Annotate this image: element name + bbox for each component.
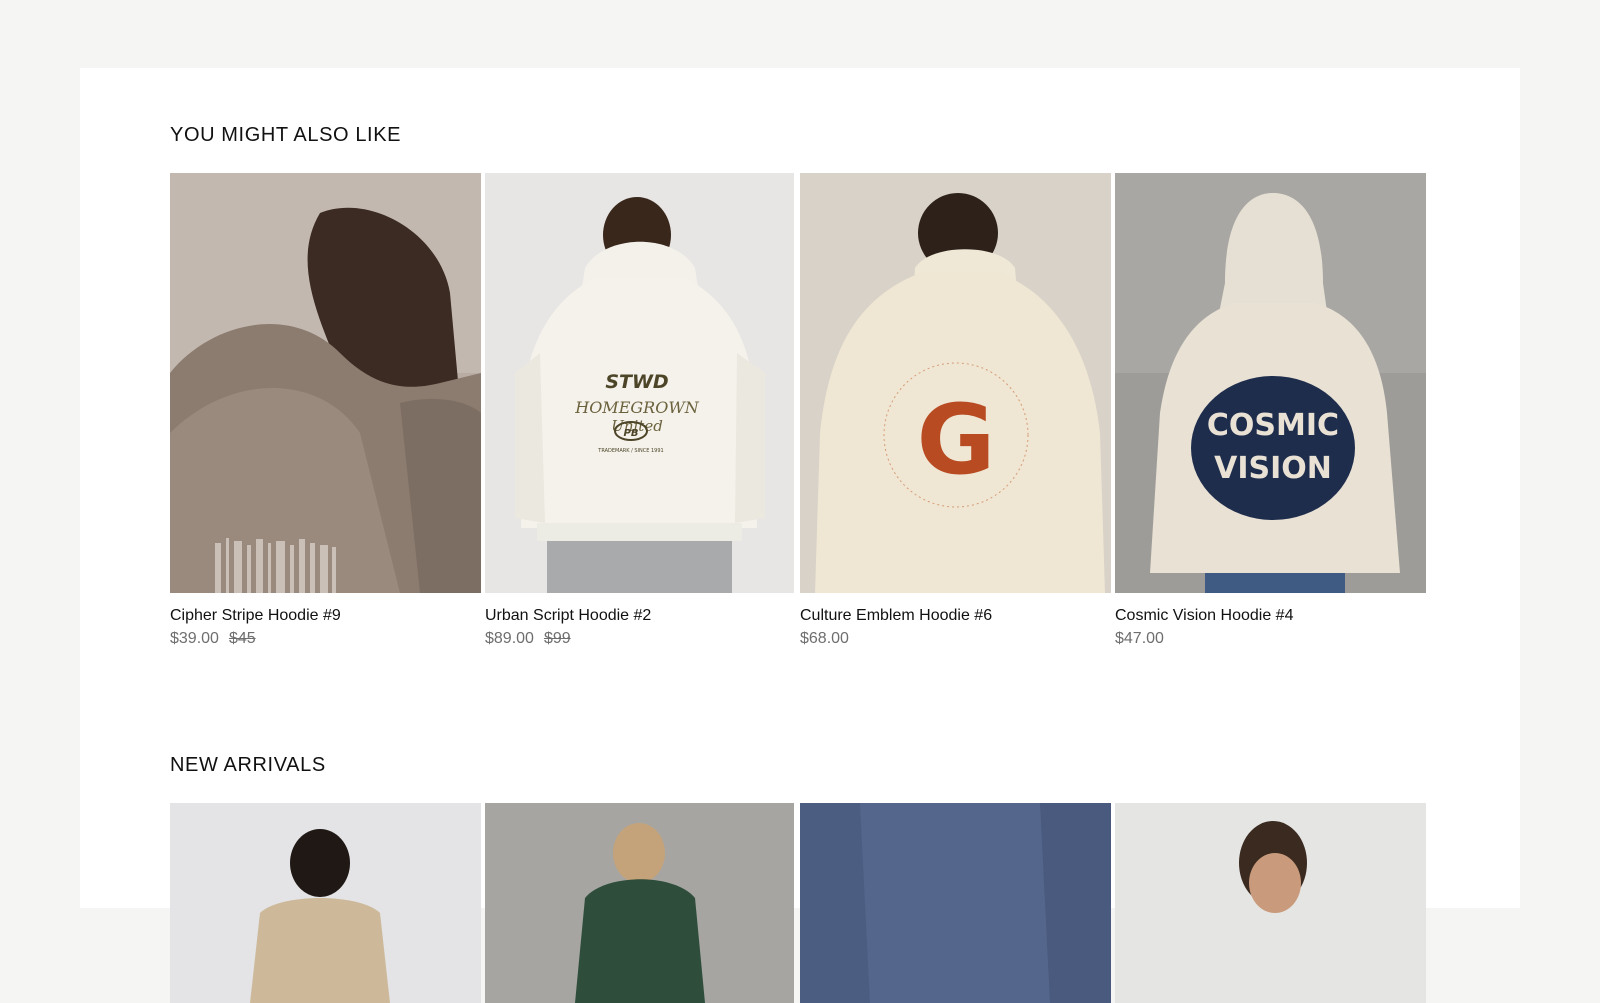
product-card[interactable]: COSMIC VISION Cosmic Vision Hoodie #4 $4… — [1115, 173, 1426, 649]
section-title-you-might-also-like: YOU MIGHT ALSO LIKE — [170, 124, 402, 146]
new-arrivals-product-grid — [170, 803, 1426, 1003]
svg-text:TRADEMARK / SINCE 1991: TRADEMARK / SINCE 1991 — [597, 448, 663, 454]
product-price-row: $47.00 — [1115, 629, 1426, 649]
product-image-cipher-stripe[interactable] — [170, 173, 481, 593]
product-card[interactable]: Cipher Stripe Hoodie #9 $39.00 $45 — [170, 173, 481, 649]
product-image[interactable] — [485, 803, 794, 1003]
product-recommendations-panel: YOU MIGHT ALSO LIKE Cipher Stripe Hoodie… — [80, 68, 1520, 1003]
product-price-row: $89.00 $99 — [485, 629, 794, 649]
product-card[interactable] — [485, 803, 794, 1003]
product-price: $68.00 — [800, 630, 849, 647]
hoodie-photo-icon — [1115, 803, 1426, 1003]
product-name[interactable]: Cosmic Vision Hoodie #4 — [1115, 606, 1426, 626]
svg-text:G: G — [917, 384, 996, 496]
product-card[interactable]: G Culture Emblem Hoodie #6 $68.00 — [800, 173, 1111, 649]
product-compare-price: $99 — [543, 630, 571, 647]
product-price: $39.00 — [170, 630, 219, 647]
recommended-product-grid: Cipher Stripe Hoodie #9 $39.00 $45 STWD — [170, 173, 1426, 649]
product-name[interactable]: Cipher Stripe Hoodie #9 — [170, 606, 481, 626]
hoodie-photo-icon — [800, 803, 1111, 1003]
product-price-row: $39.00 $45 — [170, 629, 481, 649]
product-image-urban-script[interactable]: STWD HOMEGROWN United PB TRADEMARK / SIN… — [485, 173, 794, 593]
hoodie-photo-icon — [485, 803, 794, 1003]
product-image[interactable] — [1115, 803, 1426, 1003]
hoodie-photo-icon — [170, 173, 481, 593]
hoodie-photo-icon — [170, 803, 481, 1003]
svg-text:PB: PB — [624, 428, 639, 439]
product-image-culture-emblem[interactable]: G — [800, 173, 1111, 593]
hoodie-photo-icon: G — [800, 173, 1111, 593]
product-price: $89.00 — [485, 630, 534, 647]
product-name[interactable]: Urban Script Hoodie #2 — [485, 606, 794, 626]
product-card[interactable] — [170, 803, 481, 1003]
hoodie-photo-icon: COSMIC VISION — [1115, 173, 1426, 593]
product-compare-price: $45 — [228, 630, 256, 647]
svg-text:HOMEGROWN: HOMEGROWN — [574, 398, 700, 417]
product-card[interactable] — [800, 803, 1111, 1003]
svg-text:COSMIC: COSMIC — [1207, 408, 1339, 443]
product-image-cosmic-vision[interactable]: COSMIC VISION — [1115, 173, 1426, 593]
product-price-row: $68.00 — [800, 629, 1111, 649]
product-card[interactable]: STWD HOMEGROWN United PB TRADEMARK / SIN… — [485, 173, 794, 649]
product-name[interactable]: Culture Emblem Hoodie #6 — [800, 606, 1111, 626]
section-title-new-arrivals: NEW ARRIVALS — [170, 754, 326, 776]
product-price: $47.00 — [1115, 630, 1164, 647]
hoodie-photo-icon: STWD HOMEGROWN United PB TRADEMARK / SIN… — [485, 173, 794, 593]
product-image[interactable] — [800, 803, 1111, 1003]
svg-text:STWD: STWD — [605, 371, 668, 393]
svg-text:VISION: VISION — [1214, 451, 1332, 486]
product-image[interactable] — [170, 803, 481, 1003]
product-card[interactable] — [1115, 803, 1426, 1003]
